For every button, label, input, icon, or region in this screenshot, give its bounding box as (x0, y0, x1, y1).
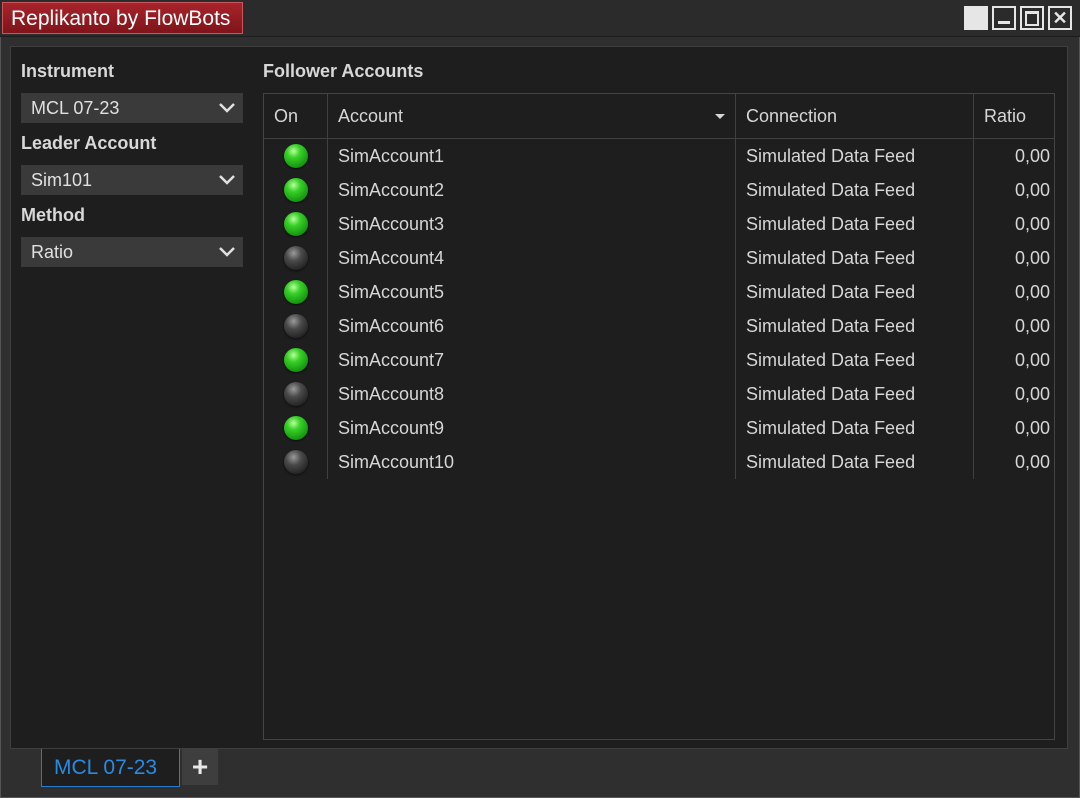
table-row[interactable]: SimAccount8 Simulated Data Feed 0,00 (264, 377, 1054, 411)
method-label: Method (21, 205, 85, 225)
method-value: Ratio (31, 242, 74, 262)
status-cell[interactable] (264, 207, 328, 241)
connection-cell: Simulated Data Feed (736, 343, 974, 377)
green-led-icon[interactable] (283, 280, 308, 304)
connection-cell: Simulated Data Feed (736, 411, 974, 445)
gray-led-icon[interactable] (283, 314, 308, 338)
table-row[interactable]: SimAccount7 Simulated Data Feed 0,00 (264, 343, 1054, 377)
account-cell: SimAccount4 (328, 241, 736, 275)
connection-cell: Simulated Data Feed (736, 241, 974, 275)
account-cell: SimAccount6 (328, 309, 736, 343)
status-cell[interactable] (264, 241, 328, 275)
table-row[interactable]: SimAccount4 Simulated Data Feed 0,00 (264, 241, 1054, 275)
instrument-value: MCL 07-23 (31, 98, 120, 118)
status-cell[interactable] (264, 377, 328, 411)
column-header-account-label: Account (338, 106, 404, 126)
ratio-cell[interactable]: 0,00 (974, 275, 1054, 309)
table-row[interactable]: SimAccount10 Simulated Data Feed 0,00 (264, 445, 1054, 479)
follower-accounts-grid: On Account Connection Ratio SimAccount1 S… (263, 93, 1055, 740)
restore-icon[interactable] (964, 6, 988, 30)
account-cell: SimAccount8 (328, 377, 736, 411)
column-header-on[interactable]: On (264, 94, 328, 138)
instrument-label: Instrument (21, 61, 115, 81)
instrument-tab-strip: MCL 07-23 + (41, 749, 219, 789)
table-row[interactable]: SimAccount1 Simulated Data Feed 0,00 (264, 139, 1054, 173)
table-row[interactable]: SimAccount6 Simulated Data Feed 0,00 (264, 309, 1054, 343)
table-row[interactable]: SimAccount2 Simulated Data Feed 0,00 (264, 173, 1054, 207)
tab-mcl[interactable]: MCL 07-23 (41, 749, 181, 787)
ratio-cell[interactable]: 0,00 (974, 445, 1054, 479)
gray-led-icon[interactable] (283, 450, 308, 474)
window-controls: ✕ (964, 6, 1072, 30)
green-led-icon[interactable] (283, 144, 308, 168)
ratio-cell[interactable]: 0,00 (974, 309, 1054, 343)
green-led-icon[interactable] (283, 416, 308, 440)
grid-body: SimAccount1 Simulated Data Feed 0,00 SimAcc… (264, 139, 1054, 479)
gray-led-icon[interactable] (283, 382, 308, 406)
status-cell[interactable] (264, 275, 328, 309)
column-header-connection[interactable]: Connection (736, 94, 974, 138)
connection-cell: Simulated Data Feed (736, 275, 974, 309)
ratio-cell[interactable]: 0,00 (974, 377, 1054, 411)
connection-cell: Simulated Data Feed (736, 139, 974, 173)
sort-descending-icon (715, 114, 725, 119)
chevron-down-icon (219, 237, 235, 267)
leader-account-select[interactable]: Sim101 (21, 165, 243, 195)
status-cell[interactable] (264, 411, 328, 445)
connection-cell: Simulated Data Feed (736, 309, 974, 343)
status-cell[interactable] (264, 445, 328, 479)
add-tab-button[interactable]: + (182, 749, 219, 785)
account-cell: SimAccount5 (328, 275, 736, 309)
ratio-cell[interactable]: 0,00 (974, 173, 1054, 207)
chevron-down-icon (219, 165, 235, 195)
connection-cell: Simulated Data Feed (736, 445, 974, 479)
method-select[interactable]: Ratio (21, 237, 243, 267)
settings-panel: Instrument MCL 07-23 Leader Account Sim1… (21, 59, 243, 275)
table-row[interactable]: SimAccount5 Simulated Data Feed 0,00 (264, 275, 1054, 309)
status-cell[interactable] (264, 139, 328, 173)
green-led-icon[interactable] (283, 212, 308, 236)
status-cell[interactable] (264, 309, 328, 343)
ratio-cell[interactable]: 0,00 (974, 411, 1054, 445)
maximize-icon[interactable] (1020, 6, 1044, 30)
status-cell[interactable] (264, 343, 328, 377)
account-cell: SimAccount1 (328, 139, 736, 173)
green-led-icon[interactable] (283, 178, 308, 202)
account-cell: SimAccount10 (328, 445, 736, 479)
instrument-select[interactable]: MCL 07-23 (21, 93, 243, 123)
ratio-cell[interactable]: 0,00 (974, 207, 1054, 241)
gray-led-icon[interactable] (283, 246, 308, 270)
follower-accounts-title: Follower Accounts (263, 61, 424, 81)
ratio-cell[interactable]: 0,00 (974, 343, 1054, 377)
leader-account-label: Leader Account (21, 133, 157, 153)
connection-cell: Simulated Data Feed (736, 207, 974, 241)
table-row[interactable]: SimAccount3 Simulated Data Feed 0,00 (264, 207, 1054, 241)
title-bar[interactable]: Replikanto by FlowBots ✕ (0, 0, 1080, 37)
window-title: Replikanto by FlowBots (2, 2, 244, 34)
leader-account-value: Sim101 (31, 170, 93, 190)
connection-cell: Simulated Data Feed (736, 173, 974, 207)
main-content: Instrument MCL 07-23 Leader Account Sim1… (10, 46, 1068, 749)
account-cell: SimAccount3 (328, 207, 736, 241)
ratio-cell[interactable]: 0,00 (974, 139, 1054, 173)
grid-header: On Account Connection Ratio (264, 94, 1054, 139)
column-header-account[interactable]: Account (328, 94, 736, 138)
table-row[interactable]: SimAccount9 Simulated Data Feed 0,00 (264, 411, 1054, 445)
connection-cell: Simulated Data Feed (736, 377, 974, 411)
account-cell: SimAccount9 (328, 411, 736, 445)
app-window: Replikanto by FlowBots ✕ Instrument MCL … (0, 0, 1080, 798)
column-header-ratio[interactable]: Ratio (974, 94, 1054, 138)
minimize-icon[interactable] (992, 6, 1016, 30)
account-cell: SimAccount7 (328, 343, 736, 377)
green-led-icon[interactable] (283, 348, 308, 372)
close-icon[interactable]: ✕ (1048, 6, 1072, 30)
ratio-cell[interactable]: 0,00 (974, 241, 1054, 275)
chevron-down-icon (219, 93, 235, 123)
status-cell[interactable] (264, 173, 328, 207)
account-cell: SimAccount2 (328, 173, 736, 207)
